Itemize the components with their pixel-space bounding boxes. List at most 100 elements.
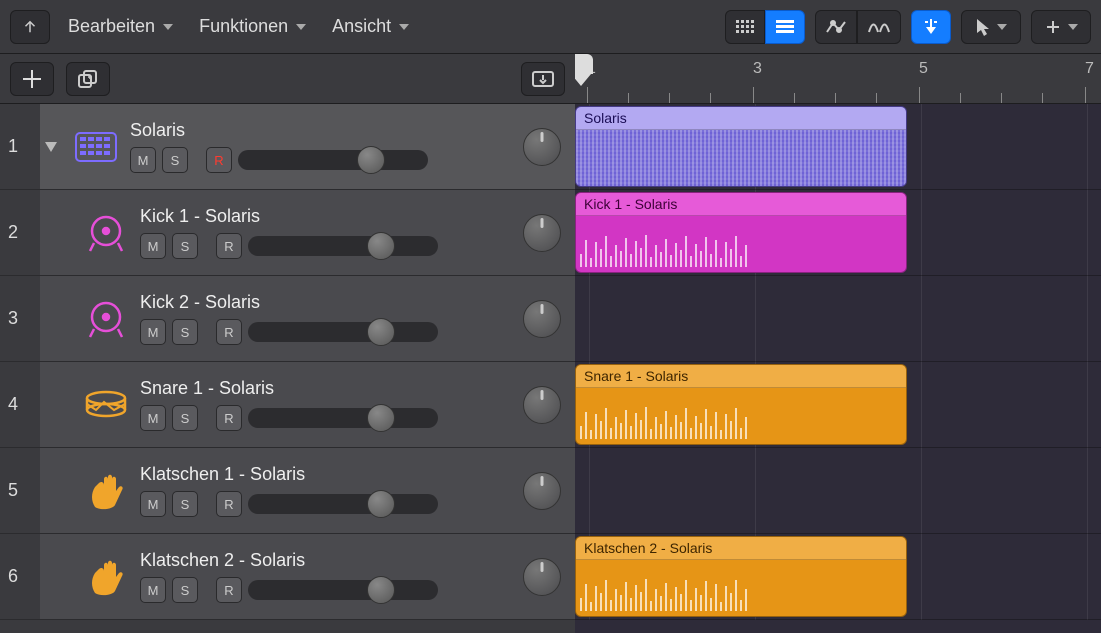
track-number[interactable]: 5 [0, 448, 40, 534]
track-controls: M S R [130, 147, 513, 173]
track-header[interactable]: Klatschen 1 - Solaris M S R [40, 448, 575, 534]
menu-view-label: Ansicht [332, 16, 391, 37]
volume-slider[interactable] [248, 491, 438, 517]
volume-slider[interactable] [248, 577, 438, 603]
global-tracks-button[interactable] [521, 62, 565, 96]
solo-button[interactable]: S [172, 577, 198, 603]
track-number[interactable]: 2 [0, 190, 40, 276]
list-view-button[interactable] [765, 10, 805, 44]
chevron-down-icon [163, 24, 173, 30]
track-header[interactable]: Solaris M S R [40, 104, 575, 190]
ruler-marker: 7 [1085, 60, 1094, 78]
track-header[interactable]: Klatschen 2 - Solaris M S R [40, 534, 575, 620]
region-row[interactable] [575, 448, 1101, 534]
mute-button[interactable]: M [140, 491, 166, 517]
solo-button[interactable]: S [172, 233, 198, 259]
record-enable-button[interactable]: R [206, 147, 232, 173]
clap-icon [82, 553, 130, 601]
volume-slider[interactable] [248, 233, 438, 259]
track-list-panel: 123456 Solaris M S R [0, 54, 575, 633]
back-button[interactable] [10, 10, 50, 44]
sequencer-icon [72, 123, 120, 171]
region[interactable]: Klatschen 2 - Solaris [575, 536, 907, 617]
mute-button[interactable]: M [130, 147, 156, 173]
mute-button[interactable]: M [140, 405, 166, 431]
region-row[interactable]: Kick 1 - Solaris [575, 190, 1101, 276]
pointer-tool-button[interactable] [961, 10, 1021, 44]
flex-button[interactable] [857, 10, 901, 44]
volume-slider[interactable] [248, 319, 438, 345]
snare-icon [82, 381, 130, 429]
menu-functions[interactable]: Funktionen [191, 10, 314, 44]
clap-icon [82, 467, 130, 515]
region[interactable]: Kick 1 - Solaris [575, 192, 907, 273]
add-track-button[interactable] [10, 62, 54, 96]
pan-knob[interactable] [523, 558, 561, 596]
pan-knob[interactable] [523, 214, 561, 252]
solo-button[interactable]: S [162, 147, 188, 173]
chevron-down-icon [296, 24, 306, 30]
ruler-marker: 3 [753, 60, 762, 78]
track-header[interactable]: Kick 2 - Solaris M S R [40, 276, 575, 362]
track-number[interactable]: 6 [0, 534, 40, 620]
menu-view[interactable]: Ansicht [324, 10, 417, 44]
record-enable-button[interactable]: R [216, 577, 242, 603]
track-number[interactable]: 4 [0, 362, 40, 448]
region-body [576, 388, 906, 445]
track-name-block: Solaris M S R [130, 120, 513, 173]
grid-view-button[interactable] [725, 10, 765, 44]
region-row[interactable]: Klatschen 2 - Solaris [575, 534, 1101, 620]
solo-button[interactable]: S [172, 491, 198, 517]
region-row[interactable]: Solaris [575, 104, 1101, 190]
pan-knob[interactable] [523, 472, 561, 510]
solo-button[interactable]: S [172, 319, 198, 345]
track-header[interactable]: Kick 1 - Solaris M S R [40, 190, 575, 276]
automation-button[interactable] [815, 10, 857, 44]
ruler-marker: 5 [919, 60, 928, 78]
playhead[interactable] [575, 54, 593, 74]
track-name: Snare 1 - Solaris [140, 378, 513, 399]
region[interactable]: Snare 1 - Solaris [575, 364, 907, 445]
track-header[interactable]: Snare 1 - Solaris M S R [40, 362, 575, 448]
plus-icon [23, 70, 41, 88]
track-controls: M S R [140, 577, 513, 603]
pan-knob[interactable] [523, 300, 561, 338]
track-name: Klatschen 1 - Solaris [140, 464, 513, 485]
pan-knob[interactable] [523, 386, 561, 424]
volume-slider[interactable] [248, 405, 438, 431]
mute-button[interactable]: M [140, 233, 166, 259]
track-name: Solaris [130, 120, 513, 141]
mute-button[interactable]: M [140, 577, 166, 603]
volume-slider[interactable] [238, 147, 428, 173]
region-body [576, 560, 906, 617]
disclosure-triangle[interactable] [40, 139, 62, 155]
secondary-tool-button[interactable] [1031, 10, 1091, 44]
track-name-block: Kick 1 - Solaris M S R [140, 206, 513, 259]
menu-edit[interactable]: Bearbeiten [60, 10, 181, 44]
timeline-ruler[interactable]: 1357 [575, 54, 1101, 104]
duplicate-track-button[interactable] [66, 62, 110, 96]
mute-button[interactable]: M [140, 319, 166, 345]
record-enable-button[interactable]: R [216, 319, 242, 345]
track-number[interactable]: 1 [0, 104, 40, 190]
kick-icon [82, 209, 130, 257]
region-row[interactable]: Snare 1 - Solaris [575, 362, 1101, 448]
pan-knob[interactable] [523, 128, 561, 166]
track-name: Kick 2 - Solaris [140, 292, 513, 313]
record-enable-button[interactable]: R [216, 405, 242, 431]
regions-area[interactable]: Solaris Kick 1 - Solaris Snare 1 - Solar… [575, 104, 1101, 620]
track-number[interactable]: 3 [0, 276, 40, 362]
region-row[interactable] [575, 276, 1101, 362]
region-label: Solaris [576, 107, 906, 130]
track-list-toolbar [0, 54, 575, 104]
menu-functions-label: Funktionen [199, 16, 288, 37]
region[interactable]: Solaris [575, 106, 907, 187]
catch-playhead-button[interactable] [911, 10, 951, 44]
record-enable-button[interactable]: R [216, 491, 242, 517]
solo-button[interactable]: S [172, 405, 198, 431]
arrange-area[interactable]: 1357 Solaris Kick 1 - Solaris Snare 1 - … [575, 54, 1101, 633]
region-label: Klatschen 2 - Solaris [576, 537, 906, 560]
record-enable-button[interactable]: R [216, 233, 242, 259]
view-mode-group [725, 10, 805, 44]
track-name-block: Kick 2 - Solaris M S R [140, 292, 513, 345]
